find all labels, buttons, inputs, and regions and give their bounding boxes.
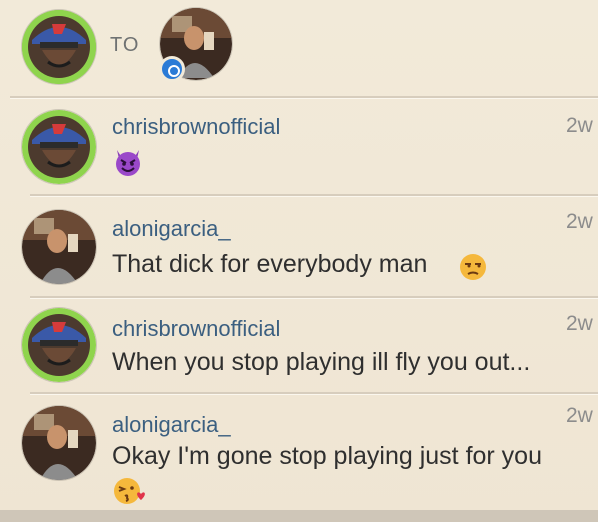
- comment-username[interactable]: chrisbrownofficial: [112, 114, 280, 140]
- direct-message-badge-icon: [159, 56, 185, 82]
- sender-avatar[interactable]: [22, 10, 96, 84]
- devil-emoji-icon: [116, 150, 140, 176]
- comment-timestamp: 2w: [566, 312, 593, 335]
- to-label: TO: [110, 34, 140, 56]
- kissing-face-emoji-icon: [114, 478, 145, 504]
- comment-timestamp: 2w: [566, 404, 593, 427]
- comment-avatar[interactable]: [22, 110, 96, 184]
- comment-avatar[interactable]: [22, 406, 96, 480]
- comment-text: That dick for everybody man: [112, 250, 428, 278]
- direct-thread-screen: TO chrisbrownofficial 2w alonigarcia_ 2w…: [0, 0, 598, 522]
- comment-timestamp: 2w: [566, 114, 593, 137]
- thread-header: TO: [0, 0, 598, 98]
- comment-divider: [30, 392, 598, 395]
- header-divider: [10, 96, 598, 99]
- comment-timestamp: 2w: [566, 210, 593, 233]
- comment-divider: [30, 194, 598, 197]
- comment-avatar[interactable]: [22, 308, 96, 382]
- comment-username[interactable]: alonigarcia_: [112, 216, 231, 242]
- bottom-bar: [0, 510, 598, 522]
- comment-text: When you stop playing ill fly you out...: [112, 348, 531, 376]
- comment-divider: [30, 296, 598, 299]
- comment-avatar[interactable]: [22, 210, 96, 284]
- comment-text: Okay I'm gone stop playing just for you: [112, 442, 542, 470]
- unamused-face-emoji-icon: [460, 254, 486, 280]
- comment-username[interactable]: alonigarcia_: [112, 412, 231, 438]
- comment-username[interactable]: chrisbrownofficial: [112, 316, 280, 342]
